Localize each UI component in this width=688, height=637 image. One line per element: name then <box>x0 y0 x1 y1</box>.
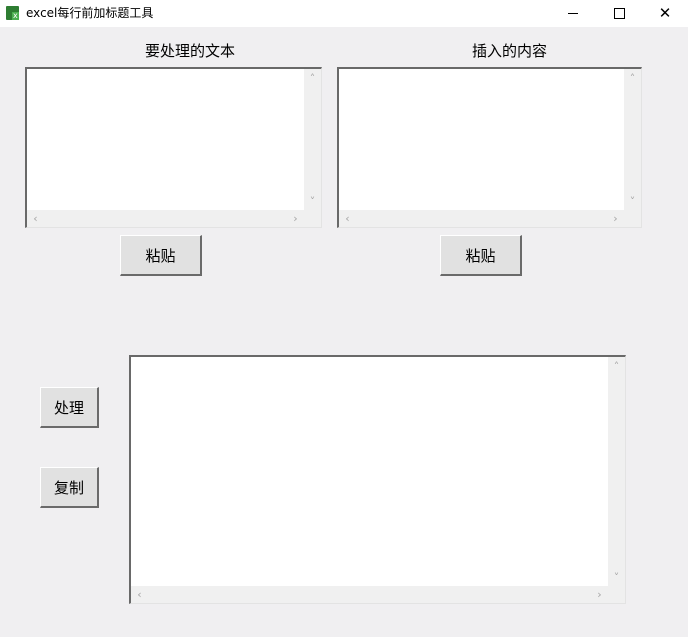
scroll-left-icon[interactable]: ‹ <box>131 589 148 600</box>
close-button[interactable]: ✕ <box>642 0 688 27</box>
scroll-right-icon[interactable]: › <box>607 213 624 224</box>
scroll-up-icon[interactable]: ˄ <box>624 73 641 84</box>
input-text-label: 要处理的文本 <box>145 42 236 60</box>
paste-input-button[interactable]: 粘贴 <box>120 235 202 276</box>
scrollbar-corner <box>304 210 321 227</box>
excel-icon: x <box>6 6 19 20</box>
scroll-left-icon[interactable]: ‹ <box>339 213 356 224</box>
scroll-right-icon[interactable]: › <box>591 589 608 600</box>
horizontal-scrollbar[interactable]: ‹ › <box>27 210 304 227</box>
scroll-down-icon[interactable]: ˅ <box>304 196 321 207</box>
scrollbar-corner <box>608 586 625 603</box>
minimize-button[interactable] <box>550 0 596 27</box>
scroll-down-icon[interactable]: ˅ <box>608 572 625 583</box>
scroll-right-icon[interactable]: › <box>287 213 304 224</box>
maximize-icon <box>613 8 625 19</box>
horizontal-scrollbar[interactable]: ‹ › <box>339 210 624 227</box>
title-bar[interactable]: x excel每行前加标题工具 ✕ <box>0 0 688 27</box>
window-title: excel每行前加标题工具 <box>26 6 154 20</box>
vertical-scrollbar[interactable]: ˄ ˅ <box>608 357 625 586</box>
scroll-left-icon[interactable]: ‹ <box>27 213 44 224</box>
paste-insert-button[interactable]: 粘贴 <box>440 235 522 276</box>
vertical-scrollbar[interactable]: ˄ ˅ <box>304 69 321 210</box>
output-text-area[interactable]: ˄ ˅ ‹ › <box>129 355 626 604</box>
input-text-area[interactable]: ˄ ˅ ‹ › <box>25 67 322 228</box>
process-button[interactable]: 处理 <box>40 387 99 428</box>
scrollbar-corner <box>624 210 641 227</box>
minimize-icon <box>568 13 578 14</box>
insert-content-label: 插入的内容 <box>472 42 548 60</box>
copy-button[interactable]: 复制 <box>40 467 99 508</box>
scroll-down-icon[interactable]: ˅ <box>624 196 641 207</box>
scroll-up-icon[interactable]: ˄ <box>608 361 625 372</box>
maximize-button[interactable] <box>596 0 642 27</box>
scroll-up-icon[interactable]: ˄ <box>304 73 321 84</box>
horizontal-scrollbar[interactable]: ‹ › <box>131 586 608 603</box>
vertical-scrollbar[interactable]: ˄ ˅ <box>624 69 641 210</box>
close-icon: ✕ <box>658 4 672 22</box>
insert-content-area[interactable]: ˄ ˅ ‹ › <box>337 67 642 228</box>
